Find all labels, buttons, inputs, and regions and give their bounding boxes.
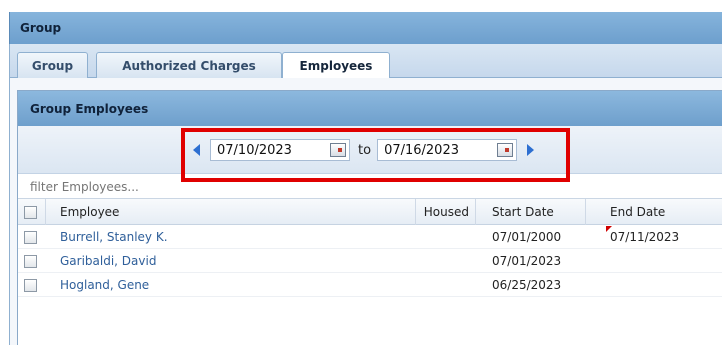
tab-authorized-charges-label: Authorized Charges — [122, 58, 256, 73]
select-all-checkbox[interactable] — [24, 205, 37, 219]
date-range-to-label: to — [358, 142, 372, 158]
column-headers: Employee Housed Start Date End Date — [18, 199, 722, 225]
previous-week-arrow-icon[interactable] — [193, 144, 200, 156]
employee-link[interactable]: Hogland, Gene — [60, 273, 410, 297]
row-checkbox[interactable] — [24, 254, 37, 268]
column-end-date-label: End Date — [610, 205, 666, 219]
start-date-input[interactable]: 07/10/2023 — [210, 139, 350, 161]
next-week-arrow-icon[interactable] — [527, 144, 535, 156]
housed-cell — [416, 249, 476, 273]
top-margin — [0, 0, 722, 12]
tab-group[interactable]: Group — [17, 52, 88, 78]
filter-employees-input[interactable] — [18, 175, 722, 199]
start-date-cell: 06/25/2023 — [492, 278, 562, 292]
housed-cell — [416, 225, 476, 249]
end-date-cell[interactable] — [610, 273, 720, 297]
end-date-value: 07/16/2023 — [384, 142, 459, 158]
end-date-input[interactable]: 07/16/2023 — [377, 139, 518, 161]
table-row[interactable]: Garibaldi, David 07/01/2023 — [18, 249, 722, 273]
column-start-date[interactable]: Start Date — [476, 199, 586, 225]
row-checkbox[interactable] — [24, 278, 37, 292]
housed-cell — [416, 273, 476, 297]
end-calendar-icon[interactable] — [497, 143, 514, 157]
group-employees-header: Group Employees — [18, 91, 722, 126]
row-checkbox[interactable] — [24, 230, 37, 244]
column-employee-label: Employee — [60, 205, 120, 219]
column-housed-label: Housed — [423, 205, 469, 219]
filter-row — [18, 175, 722, 199]
column-housed[interactable]: Housed — [416, 199, 476, 225]
column-start-date-label: Start Date — [492, 205, 554, 219]
date-range-toolbar: 07/10/2023 to 07/16/2023 — [18, 126, 722, 174]
start-date-cell: 07/01/2023 — [492, 254, 562, 268]
tab-employees-label: Employees — [299, 59, 373, 73]
start-calendar-icon[interactable] — [330, 143, 346, 157]
employee-link[interactable]: Burrell, Stanley K. — [60, 225, 410, 249]
end-date-cell[interactable] — [610, 249, 720, 273]
tab-strip: Group Authorized Charges Employees — [9, 44, 722, 79]
column-end-date[interactable]: End Date — [586, 199, 722, 225]
start-date-value: 07/10/2023 — [217, 142, 292, 158]
table-row[interactable]: Hogland, Gene 06/25/2023 — [18, 273, 722, 297]
tab-authorized-charges[interactable]: Authorized Charges — [96, 52, 282, 78]
tab-group-label: Group — [31, 58, 74, 73]
group-employees-title: Group Employees — [30, 102, 149, 116]
end-date-cell[interactable]: 07/11/2023 — [610, 225, 720, 249]
column-employee[interactable]: Employee — [46, 199, 416, 225]
select-all-column — [18, 199, 46, 225]
group-panel-title: Group — [20, 21, 62, 35]
table-row[interactable]: Burrell, Stanley K. 07/01/2000 07/11/202… — [18, 225, 722, 249]
start-date-cell: 07/01/2000 — [492, 230, 562, 244]
date-range-picker: 07/10/2023 to 07/16/2023 — [183, 134, 568, 166]
group-employees-panel: Group Employees 07/10/2023 to 07/16/2023… — [17, 90, 722, 345]
employee-link[interactable]: Garibaldi, David — [60, 249, 410, 273]
tab-employees[interactable]: Employees — [282, 52, 390, 79]
group-panel-header: Group — [9, 12, 722, 44]
